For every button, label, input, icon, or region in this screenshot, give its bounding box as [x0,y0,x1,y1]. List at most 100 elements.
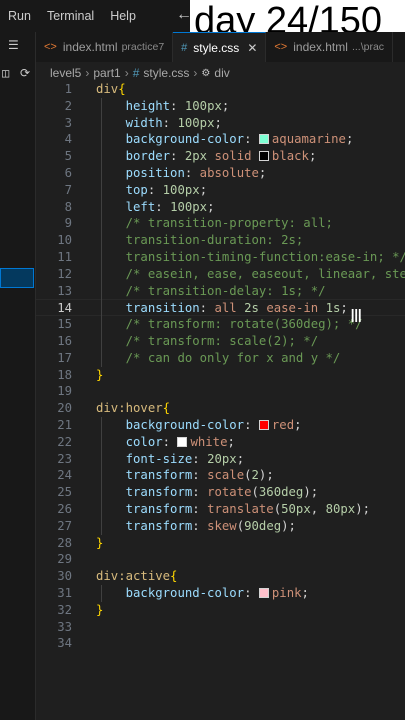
code-line[interactable]: 25 transform: rotate(360deg); [36,484,405,501]
code-token: /* transform: rotate(360deg); */ [125,317,363,332]
breadcrumb-level5[interactable]: level5 [50,66,81,80]
css-icon: # [132,66,140,80]
menu-terminal[interactable]: Terminal [39,9,102,23]
code-token: /* can do only for x and y */ [125,350,341,365]
code-line[interactable]: 13 /* transition-delay: 1s; */ [36,283,405,300]
code-text: div:active{ [96,568,177,585]
code-token: ; [301,586,309,600]
code-line[interactable]: 12 /* easein, ease, easeout, lineaar, st… [36,266,405,283]
code-line[interactable]: 16 /* transform: scale(2); */ [36,333,405,350]
code-editor[interactable]: 1 div{2 height: 100px; 3 width: 100px; 4 ba… [36,80,405,720]
color-swatch[interactable] [258,151,269,162]
code-line[interactable]: 6 position: absolute; [36,165,405,182]
code-text: /* transition-property: all; [96,215,333,232]
breadcrumb-style-css[interactable]: style.css [143,66,189,80]
code-line[interactable]: 10 transition-duration: 2s; [36,232,405,249]
tab-index-html-practice7[interactable]: <> index.html practice7 [36,32,174,62]
code-token: ; [227,434,235,449]
code-text: /* transition-delay: 1s; */ [96,283,326,300]
code-token: 100px [184,98,222,113]
code-line[interactable]: 32} [36,602,405,619]
code-line[interactable]: 7 top: 100px; [36,182,405,199]
line-number: 7 [64,182,72,197]
code-token: } [96,367,104,382]
code-token: red [271,418,295,432]
code-token: : [199,301,215,316]
menu-run[interactable]: Run [0,9,39,23]
code-line[interactable]: 19 [36,383,405,400]
collapse-all-icon[interactable]: ◫ [2,66,9,80]
chevron-right-icon: › [193,66,198,80]
code-line[interactable]: 18} [36,367,405,384]
code-line[interactable]: 2 height: 100px; [36,98,405,115]
code-token: ); [355,502,370,516]
sidebar-selected-item[interactable] [0,268,34,288]
tab-label: index.html [293,40,348,54]
code-token: 100px [170,199,208,214]
code-token: div:active [96,569,171,584]
color-swatch[interactable] [258,134,269,145]
refresh-icon[interactable]: ⟳ [20,66,30,80]
code-token: white [190,434,228,449]
tab-index-html-prac[interactable]: <> index.html ...\prac [266,32,394,62]
code-line[interactable]: 30 div:active{ [36,568,405,585]
code-line[interactable]: 5 border: 2px solid black; [36,148,405,165]
line-number: 30 [57,569,72,584]
code-line[interactable]: 24 transform: scale(2); [36,467,405,484]
tab-style-css[interactable]: # style.css ✕ [173,32,267,62]
code-line[interactable]: 17 /* can do only for x and y */ [36,350,405,367]
code-text: } [96,602,103,619]
code-line[interactable]: 33 [36,619,405,636]
code-token: skew [207,518,237,533]
code-token: ( [273,502,282,516]
code-line[interactable]: 8 left: 100px; [36,199,405,216]
code-line[interactable]: 9 /* transition-property: all; [36,215,405,232]
code-line[interactable]: 31 background-color: pink; [36,585,405,602]
code-line[interactable]: 3 width: 100px; [36,115,405,132]
code-token: : [170,149,185,164]
code-token: : [162,115,178,130]
code-token: transition-timing-function:ease-in; */ [125,250,405,264]
code-text: transform: scale(2); [96,467,274,484]
color-swatch[interactable] [258,420,269,430]
close-icon[interactable]: ✕ [247,41,257,55]
code-line[interactable]: 26 transform: translate(50px, 80px); [36,501,405,518]
breadcrumb-part1[interactable]: part1 [93,66,120,80]
color-swatch[interactable] [177,436,188,447]
line-number: 28 [57,535,72,550]
code-token: : [184,166,200,180]
indent-guide [101,585,102,602]
code-token: transition [125,301,200,316]
code-line[interactable]: 28} [36,535,405,552]
code-token: ); [303,485,319,500]
code-line[interactable]: 22 color: white; [36,434,405,451]
code-token: { [118,82,126,96]
collapse-icon[interactable]: ☰ [8,38,19,52]
code-text: width: 100px; [96,115,222,132]
html-icon: <> [274,41,288,53]
code-line[interactable]: 20 div:hover{ [36,400,405,417]
code-line[interactable]: 11 transition-timing-function:ease-in; *… [36,249,405,266]
code-line[interactable]: 4 background-color: aquamarine; [36,131,405,148]
code-token: black [271,149,309,164]
code-line[interactable]: 23 font-size: 20px; [36,451,405,468]
code-token: } [96,602,104,617]
code-token: div:hover [96,401,163,416]
code-line[interactable]: 29 [36,551,405,568]
color-swatch[interactable] [258,588,269,598]
code-text: transition: all 2s ease-in 1s; [96,300,348,317]
code-line[interactable]: 1 div{ [36,81,405,98]
menu-help[interactable]: Help [102,9,144,23]
code-token: left [125,199,156,214]
code-token: ); [258,468,274,483]
code-token: ( [251,485,259,500]
code-line[interactable]: 21 background-color: red; [36,417,405,434]
code-line[interactable]: 27 transform: skew(90deg); [36,518,405,535]
code-text: font-size: 20px; [96,451,244,468]
breadcrumb-div[interactable]: div [214,66,229,80]
code-token: top [125,182,148,197]
code-token: transition-duration: 2s; [125,233,304,248]
code-text: left: 100px; [96,199,215,216]
code-line[interactable]: 34 [36,635,405,652]
